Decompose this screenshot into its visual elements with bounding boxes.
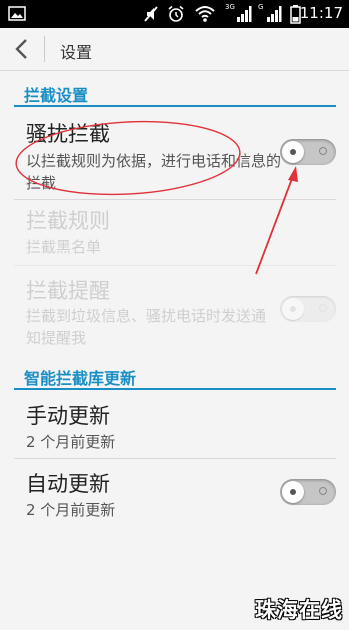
gallery-icon <box>8 6 26 21</box>
page-title: 设置 <box>60 43 93 62</box>
section-divider <box>14 105 336 107</box>
annotation-arrowhead <box>288 166 298 182</box>
section-header-library-update: 智能拦截库更新 <box>24 369 137 388</box>
setting-subtitle: 以拦截规则为依据，进行电话和信息的拦截 <box>26 152 282 192</box>
network-type-label: 3G <box>225 3 235 11</box>
signal-icon <box>237 6 252 22</box>
header-divider <box>44 36 45 62</box>
row-divider <box>14 458 336 459</box>
alarm-icon <box>168 5 184 22</box>
setting-title: 自动更新 <box>26 472 110 496</box>
clock: 11:17 <box>299 4 343 22</box>
wifi-icon <box>195 6 215 22</box>
status-bar: 3G G 11:17 <box>0 0 349 28</box>
network-type-label-2: G <box>258 3 264 11</box>
watermark: 珠海在线 <box>255 598 343 622</box>
row-divider <box>14 199 336 200</box>
chevron-left-icon[interactable] <box>12 38 32 60</box>
section-header-intercept-settings: 拦截设置 <box>24 86 89 105</box>
mute-icon <box>144 6 158 22</box>
setting-title: 拦截规则 <box>26 209 110 233</box>
setting-subtitle: 拦截到垃圾信息、骚扰电话时发送通知提醒我 <box>26 307 267 347</box>
row-divider <box>14 265 336 266</box>
signal-icon-2 <box>267 6 282 22</box>
toggle-off-indicator <box>319 487 327 495</box>
toggle-off-indicator <box>319 147 327 155</box>
auto-update-toggle[interactable] <box>280 479 336 505</box>
harass-intercept-toggle[interactable] <box>280 139 336 165</box>
intercept-notify-toggle[interactable] <box>280 296 336 322</box>
toggle-knob <box>282 141 304 163</box>
setting-title: 手动更新 <box>26 404 110 428</box>
setting-title: 拦截提醒 <box>26 279 110 303</box>
setting-title: 骚扰拦截 <box>26 122 110 146</box>
toggle-knob <box>282 298 304 320</box>
title-bar: 设置 <box>0 28 349 70</box>
toggle-knob <box>282 481 304 503</box>
toggle-off-indicator <box>319 304 327 312</box>
setting-subtitle: 2 个月前更新 <box>26 501 116 519</box>
setting-subtitle: 拦截黑名单 <box>26 238 102 256</box>
header-separator <box>0 70 349 71</box>
section-divider <box>14 388 336 390</box>
setting-subtitle: 2 个月前更新 <box>26 433 116 451</box>
